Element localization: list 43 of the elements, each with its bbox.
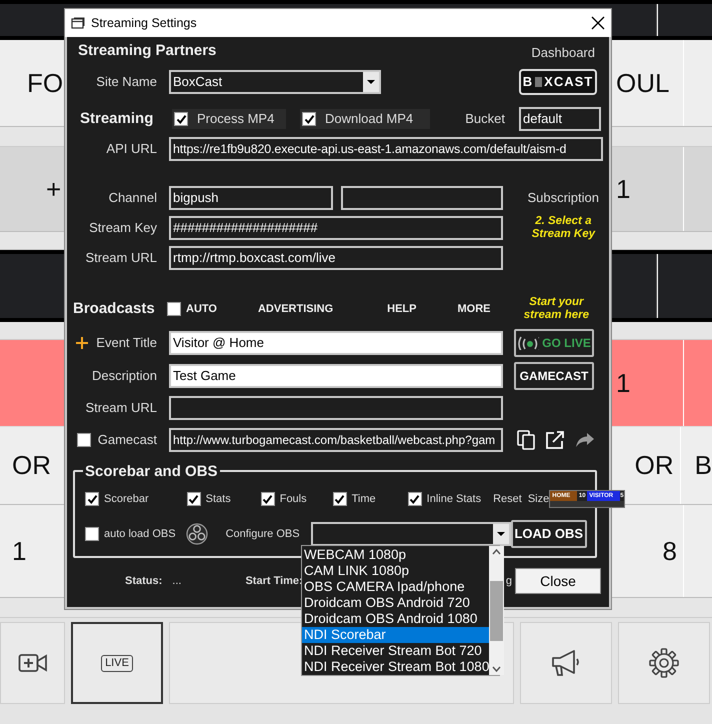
checkbox-label: Stats	[206, 492, 231, 507]
score-label: OR	[634, 449, 674, 482]
field-label: Stream URL	[84, 249, 157, 268]
status-value: ...	[172, 574, 182, 589]
field-label: Description	[90, 367, 157, 386]
score-label: 1	[12, 534, 26, 568]
section-heading: Broadcasts	[72, 298, 156, 319]
checkbox-label: Fouls	[280, 492, 307, 507]
field-label: Bucket	[465, 110, 505, 128]
checkbox-label: Process MP4	[197, 110, 274, 128]
checkbox-label: Scorebar	[104, 492, 149, 507]
hint-text: Start your stream here	[524, 296, 589, 322]
start-time-label: Start Time:	[245, 574, 303, 589]
section-heading: Streaming	[79, 108, 154, 129]
dashboard-label: Dashboard	[531, 44, 595, 62]
score-label: 1	[616, 172, 630, 206]
field-label: Configure OBS	[226, 526, 300, 542]
status-text: g	[506, 574, 512, 589]
checkbox-label: Gamecast	[98, 431, 157, 450]
checkbox-label: auto load OBS	[104, 526, 176, 542]
score-label: +	[46, 172, 62, 206]
score-label: FO	[27, 66, 64, 100]
select-value: BoxCast	[173, 73, 224, 92]
field-label: Site Name	[95, 73, 157, 92]
field-label: Channel	[108, 189, 157, 208]
hint-text: 2. Select a Stream Key	[532, 215, 595, 241]
status-label: Status:	[125, 574, 162, 589]
score-label: 1	[616, 366, 630, 400]
checkbox-label: AUTO	[186, 302, 217, 317]
field-label: Stream Key	[88, 219, 157, 238]
window-title: Streaming Settings	[91, 14, 197, 32]
score-label: OUL	[616, 66, 670, 100]
checkbox-label: Time	[352, 492, 376, 507]
field-label: API URL	[105, 140, 157, 158]
field-label: Stream URL	[84, 399, 157, 418]
score-label: OR	[12, 449, 51, 482]
checkbox-label: Download MP4	[325, 110, 414, 128]
subscription-label: Subscription	[527, 189, 599, 208]
checkbox-label: Inline Stats	[426, 492, 482, 507]
field-label: Event Title	[96, 334, 157, 352]
section-heading: Streaming Partners	[78, 40, 216, 61]
score-label: B	[694, 449, 712, 482]
score-label: 8	[662, 534, 677, 568]
